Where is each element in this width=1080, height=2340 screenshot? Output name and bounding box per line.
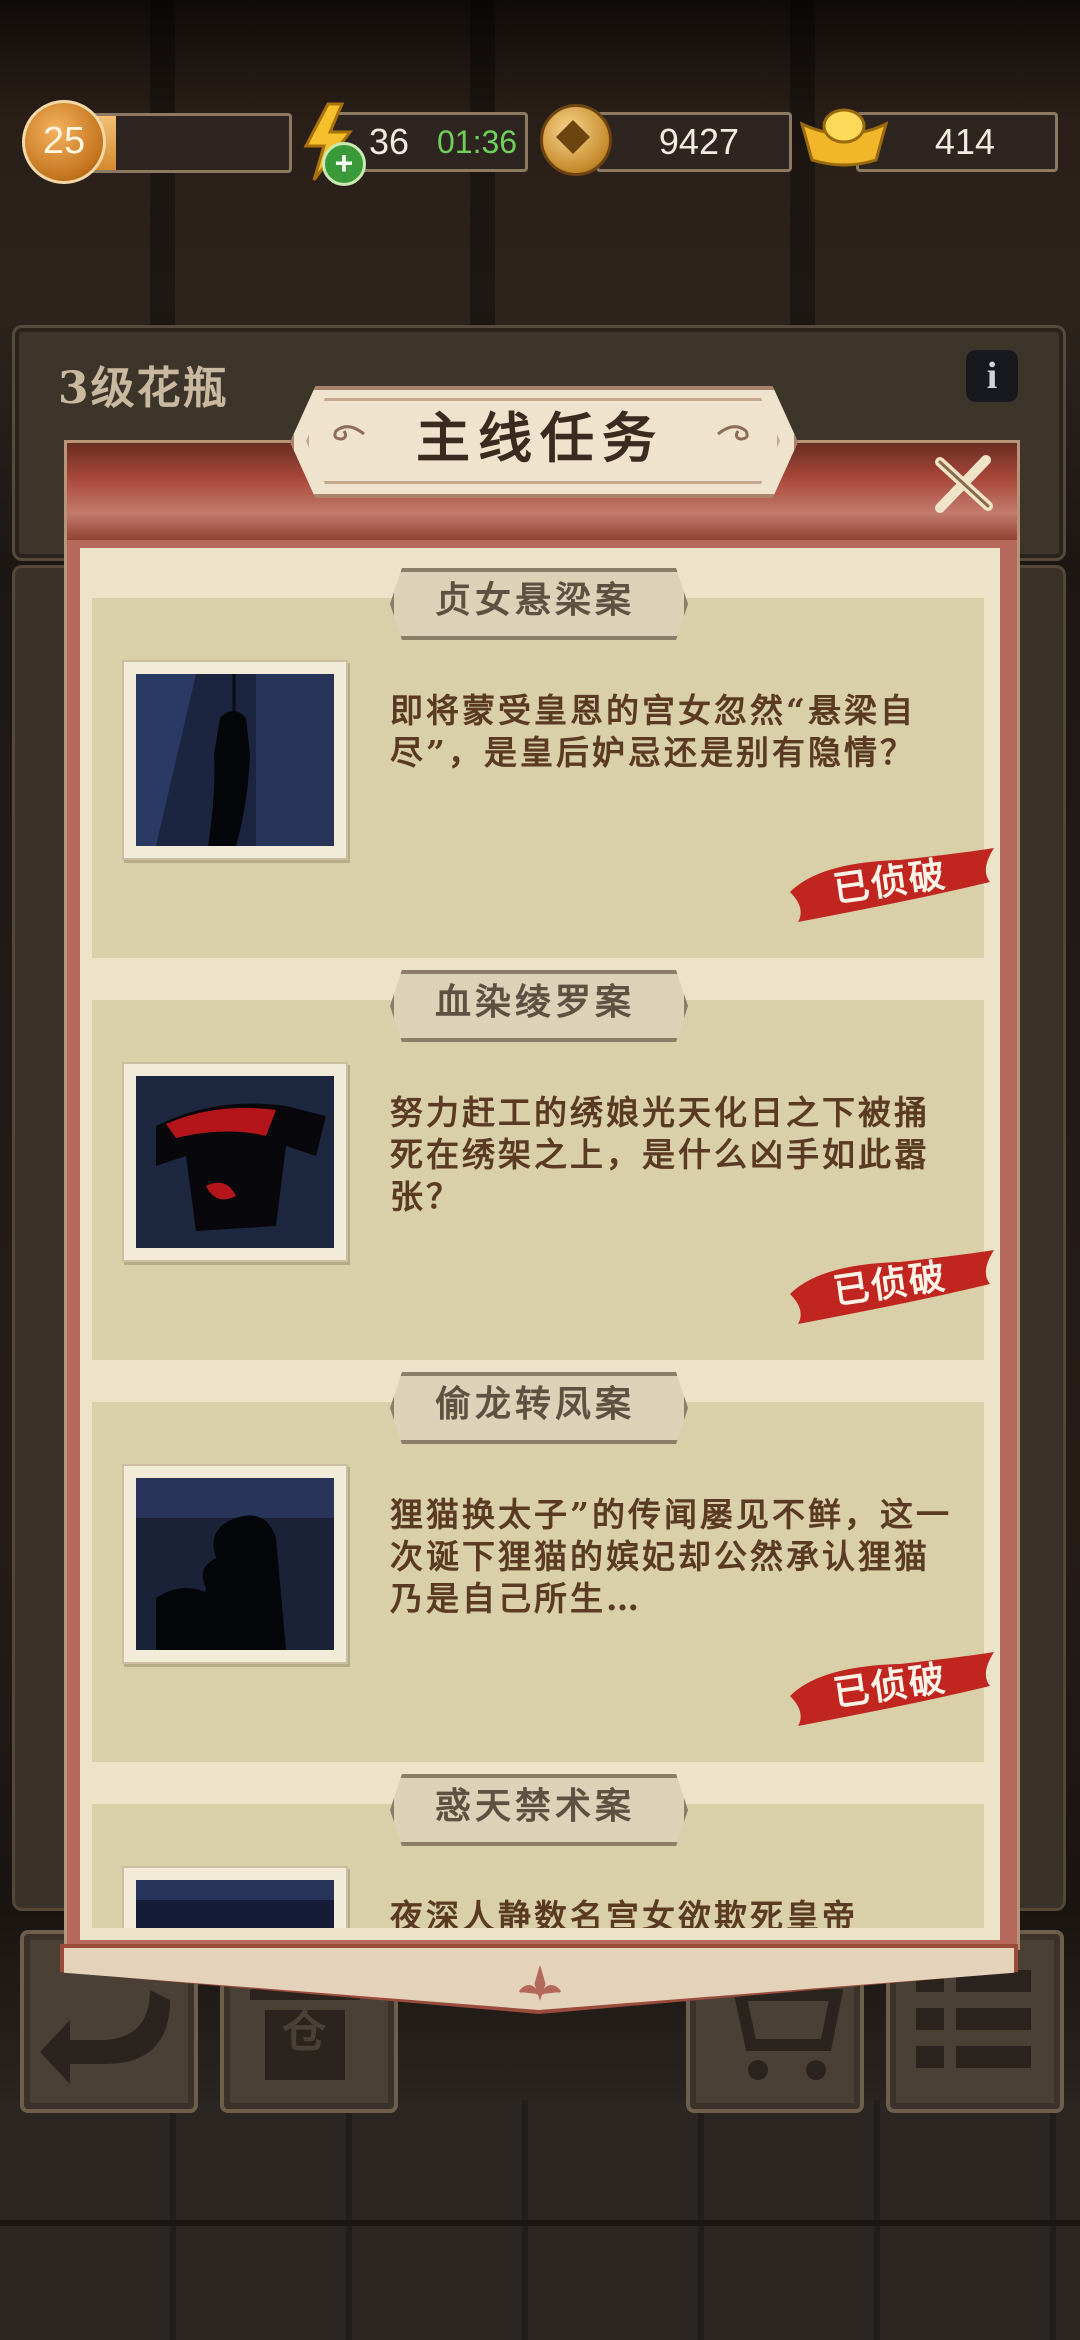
- quest-thumbnail: [122, 1464, 348, 1664]
- quest-description: 夜深人静数名宫女欲欺死皇帝: [390, 1897, 858, 1928]
- quest-title: 血染绫罗案: [434, 981, 635, 1023]
- add-energy-button[interactable]: +: [322, 142, 366, 186]
- info-icon[interactable]: i: [966, 350, 1018, 402]
- gold-value: 414: [934, 121, 995, 162]
- quest-thumbnail: [122, 1062, 348, 1262]
- gold-ingot-icon: [799, 108, 889, 167]
- quest-title: 惑天禁术案: [434, 1785, 635, 1827]
- quest-thumbnail: [122, 1866, 348, 1928]
- quest-list[interactable]: 贞女悬梁案 即将蒙受皇恩的宫女忽然“悬梁自尽”，是皇后妒忌还是别有隐情？ 已侦破…: [80, 548, 1000, 1928]
- quest-description: 狸猫换太子”的传闻屡见不鲜，这一次诞下狸猫的嫔妃却公然承认狸猫乃是自己所生…: [390, 1495, 952, 1618]
- night-scene-icon: [136, 1880, 334, 1928]
- quest-title: 贞女悬梁案: [434, 579, 635, 621]
- quest-title: 偷龙转凤案: [434, 1383, 635, 1425]
- quest-thumbnail: [122, 660, 348, 860]
- quest-description: 即将蒙受皇恩的宫女忽然“悬梁自尽”，是皇后妒忌还是别有隐情？: [390, 691, 916, 772]
- modal-title: 主线任务: [416, 406, 664, 470]
- coin-counter: 9427: [596, 112, 792, 172]
- energy-value: 36: [369, 121, 410, 162]
- warehouse-label: 仓: [282, 2007, 326, 2058]
- item-detail-title: 3级花瓶: [58, 363, 229, 414]
- servant-silhouette-icon: [136, 1478, 334, 1650]
- background-floor-line: [0, 2220, 1080, 2226]
- level-badge[interactable]: 25: [22, 100, 106, 184]
- ornament-icon: [518, 1966, 562, 2001]
- coin-value: 9427: [658, 121, 739, 162]
- hanging-silhouette-icon: [136, 674, 334, 846]
- energy-timer: 01:36: [437, 124, 518, 160]
- quest-description: 努力赶工的绣娘光天化日之下被捅死在绣架之上，是什么凶手如此嚣张？: [390, 1093, 930, 1216]
- close-x-icon[interactable]: [926, 448, 998, 520]
- bloody-robe-icon: [136, 1076, 334, 1248]
